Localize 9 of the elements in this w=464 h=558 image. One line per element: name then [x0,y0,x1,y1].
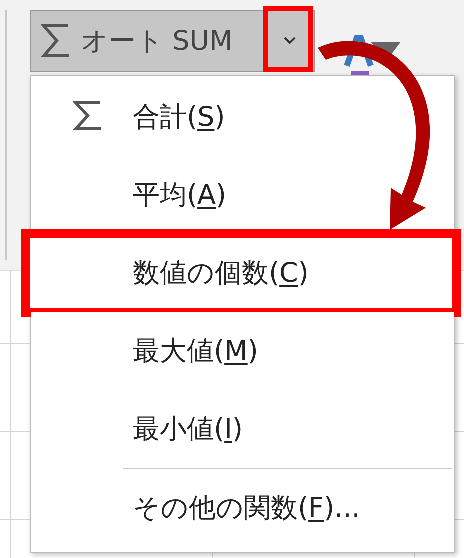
menu-item[interactable]: 最大値(M) [31,312,454,390]
sigma-icon [41,23,71,59]
menu-item[interactable]: 合計(S) [31,78,454,156]
sigma-icon [73,100,103,132]
menu-item[interactable]: 数値の個数(C) [26,234,456,312]
autosum-button[interactable]: オート SUM [30,10,265,72]
menu-item[interactable]: その他の関数(F)... [31,469,454,547]
caret-icon [283,36,297,46]
menu-item[interactable]: 最小値(I) [31,390,454,468]
